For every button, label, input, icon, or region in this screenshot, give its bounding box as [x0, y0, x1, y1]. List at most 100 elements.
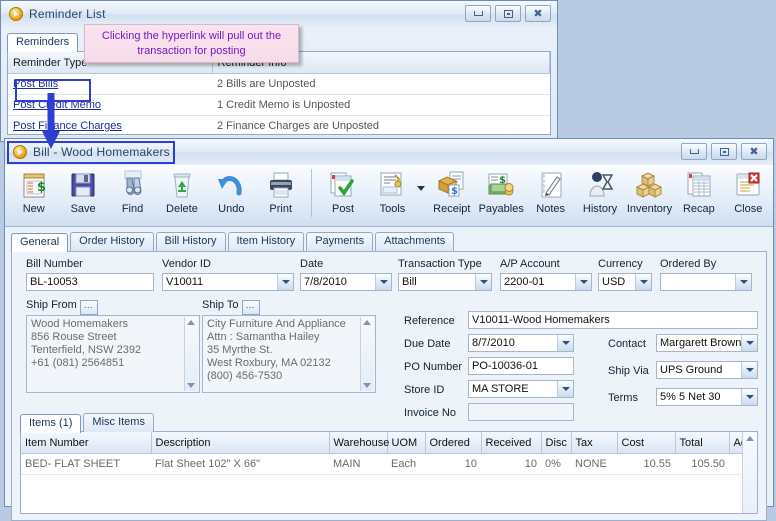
- toolbar-tools-button[interactable]: Tools: [368, 165, 417, 215]
- contact-select[interactable]: Margarett Brown: [656, 334, 758, 352]
- column-tax[interactable]: Tax: [571, 432, 618, 454]
- printer-icon: [265, 168, 297, 202]
- toolbar-undo-label: Undo: [218, 203, 245, 215]
- recap-report-icon: [683, 168, 715, 202]
- ship-from-line-1: Wood Homemakers: [31, 318, 128, 330]
- tab-bill-history[interactable]: Bill History: [155, 232, 226, 251]
- currency-select[interactable]: USD: [598, 273, 652, 291]
- tab-attachments[interactable]: Attachments: [375, 232, 455, 251]
- tab-item-history[interactable]: Item History: [227, 232, 305, 251]
- ordered-by-select[interactable]: [660, 273, 752, 291]
- toolbar-print-button[interactable]: Print: [256, 165, 305, 215]
- ship-from-lookup-icon[interactable]: ⋯: [79, 299, 98, 315]
- transaction-type-select[interactable]: Bill: [398, 273, 492, 291]
- bill-number-input[interactable]: BL-10053: [26, 273, 154, 291]
- toolbar-new-button[interactable]: $ New: [9, 165, 58, 215]
- invoice-no-input[interactable]: [468, 403, 574, 421]
- label-reference: Reference: [404, 315, 455, 327]
- tools-dropdown-chevron-down-icon[interactable]: [417, 186, 426, 191]
- due-date-value: 8/7/2010: [472, 337, 515, 349]
- toolbar-receipt-label: Receipt: [433, 203, 471, 215]
- scroll-up-icon[interactable]: [746, 436, 754, 441]
- toolbar-history-button[interactable]: History: [575, 165, 624, 215]
- table-row[interactable]: BED- FLAT SHEET Flat Sheet 102" X 66" MA…: [21, 453, 757, 475]
- minimize-icon[interactable]: [465, 5, 491, 22]
- toolbar-recap-label: Recap: [682, 203, 715, 215]
- toolbar-undo-button[interactable]: Undo: [207, 165, 256, 215]
- due-date-select[interactable]: 8/7/2010: [468, 334, 574, 352]
- maximize-icon[interactable]: [711, 143, 737, 160]
- ship-via-select[interactable]: UPS Ground: [656, 361, 758, 379]
- minimize-icon[interactable]: [681, 143, 707, 160]
- column-total[interactable]: Total: [675, 432, 730, 454]
- ship-to-textarea[interactable]: City Furniture And Appliance Attn : Sama…: [202, 315, 376, 393]
- toolbar-find-label: Find: [121, 203, 144, 215]
- tab-order-history[interactable]: Order History: [70, 232, 154, 251]
- ship-from-textarea[interactable]: Wood Homemakers 856 Rouse Street Tenterf…: [26, 315, 200, 393]
- tab-items-label: Items (1): [29, 417, 73, 429]
- po-number-input[interactable]: PO-10036-01: [468, 357, 574, 375]
- close-icon[interactable]: ✖: [741, 143, 767, 160]
- toolbar-post-button[interactable]: Post: [318, 165, 367, 215]
- close-icon[interactable]: ✖: [525, 5, 551, 22]
- toolbar-recap-button[interactable]: Recap: [674, 165, 723, 215]
- cell-ordered: 10: [425, 453, 481, 475]
- tab-misc-items[interactable]: Misc Items: [83, 413, 154, 432]
- reference-input[interactable]: V10011-Wood Homemakers: [468, 311, 758, 329]
- bill-window: Bill - Wood Homemakers ✖ $ New Save Find…: [4, 138, 774, 521]
- label-transaction-type: Transaction Type: [398, 258, 482, 270]
- toolbar-inventory-button[interactable]: Inventory: [625, 165, 674, 215]
- scroll-up-icon: [187, 320, 195, 325]
- column-received[interactable]: Received: [481, 432, 542, 454]
- tab-payments[interactable]: Payments: [306, 232, 374, 251]
- toolbar-notes-button[interactable]: Notes: [526, 165, 575, 215]
- ship-to-label-text: Ship To: [202, 299, 239, 311]
- column-cost[interactable]: Cost: [617, 432, 676, 454]
- reminder-info-cell: 2 Bills are Unposted: [212, 73, 550, 95]
- undo-arrow-icon: [215, 168, 247, 202]
- maximize-icon[interactable]: [495, 5, 521, 22]
- ap-account-value: 2200-01: [504, 276, 545, 288]
- reminder-window-title: Reminder List: [29, 7, 106, 21]
- toolbar-post-label: Post: [332, 203, 355, 215]
- tab-bill-history-label: Bill History: [164, 235, 217, 247]
- ship-to-scrollbar[interactable]: [360, 317, 374, 391]
- link-post-finance-charges[interactable]: Post Finance Charges: [13, 120, 122, 132]
- toolbar-print-label: Print: [269, 203, 293, 215]
- ship-to-line-2: Attn : Samantha Hailey: [207, 331, 320, 343]
- tab-reminders[interactable]: Reminders: [7, 33, 79, 52]
- vendor-id-select[interactable]: V10011: [162, 273, 294, 291]
- scroll-up-icon: [363, 320, 371, 325]
- items-grid-scrollbar[interactable]: [742, 432, 757, 513]
- date-select[interactable]: 7/8/2010: [300, 273, 392, 291]
- currency-value: USD: [602, 276, 626, 288]
- tab-general[interactable]: General: [11, 233, 69, 252]
- column-uom[interactable]: UOM: [387, 432, 426, 454]
- chevron-down-icon: [735, 274, 751, 290]
- bill-content: General Order History Bill History Item …: [5, 227, 773, 521]
- ap-account-select[interactable]: 2200-01: [500, 273, 592, 291]
- date-value: 7/8/2010: [304, 276, 347, 288]
- toolbar-delete-button[interactable]: Delete: [157, 165, 206, 215]
- ship-to-lookup-icon[interactable]: ⋯: [241, 299, 260, 315]
- toolbar-save-button[interactable]: Save: [58, 165, 107, 215]
- column-ordered[interactable]: Ordered: [425, 432, 482, 454]
- contact-value: Margarett Brown: [660, 337, 741, 349]
- floppy-disk-icon: [67, 168, 99, 202]
- scroll-down-icon: [187, 383, 195, 388]
- table-row[interactable]: Post Finance Charges 2 Finance Charges a…: [8, 115, 550, 137]
- column-description[interactable]: Description: [151, 432, 330, 454]
- toolbar-close-button[interactable]: Close: [724, 165, 773, 215]
- toolbar-delete-label: Delete: [166, 203, 198, 215]
- column-warehouse[interactable]: Warehouse: [329, 432, 389, 454]
- column-disc[interactable]: Disc: [541, 432, 572, 454]
- toolbar-find-button[interactable]: Find: [108, 165, 157, 215]
- toolbar-payables-button[interactable]: $ Payables: [477, 165, 526, 215]
- terms-select[interactable]: 5% 5 Net 30: [656, 388, 758, 406]
- store-id-select[interactable]: MA STORE: [468, 380, 574, 398]
- tab-items[interactable]: Items (1): [20, 414, 82, 433]
- reminder-info-cell: 1 Credit Memo is Unposted: [212, 94, 550, 116]
- column-item-number[interactable]: Item Number: [21, 432, 152, 454]
- ship-from-scrollbar[interactable]: [184, 317, 198, 391]
- toolbar-receipt-button[interactable]: $ Receipt: [427, 165, 476, 215]
